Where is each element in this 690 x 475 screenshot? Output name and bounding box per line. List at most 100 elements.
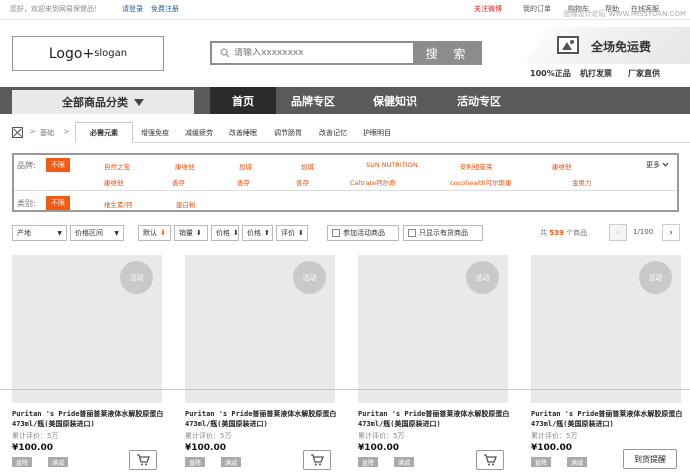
promo-tag: 满减 xyxy=(394,457,415,467)
activity-badge: 活动 xyxy=(120,261,153,294)
sort-price-asc[interactable]: 价格 ⬆ xyxy=(242,225,273,241)
brand-option[interactable]: 善存 xyxy=(296,177,309,187)
region-select[interactable]: 产地 ▼ xyxy=(12,225,67,241)
brand-label: 品牌: xyxy=(17,161,36,170)
tab-memory[interactable]: 改善记忆 xyxy=(319,128,347,138)
brand-option[interactable]: 善存 xyxy=(172,177,185,187)
brand-option[interactable]: cocohealth可尔斯康 xyxy=(450,177,512,187)
search-input[interactable] xyxy=(234,48,394,58)
nav-health-knowledge[interactable]: 保健知识 xyxy=(362,87,428,114)
arrow-down-icon: ⬇ xyxy=(298,229,304,237)
sort-price-desc[interactable]: 价格 ⬇ xyxy=(211,225,239,241)
welcome-text: 您好，欢迎来到网易保健品！ xyxy=(10,5,101,13)
brand-option[interactable]: Caltrate钙尔奇 xyxy=(350,177,396,187)
brand-option[interactable]: 康维他 xyxy=(175,161,195,171)
subtabs-divider xyxy=(75,142,690,143)
cart-icon xyxy=(484,454,497,466)
brand-option[interactable]: 自然之宝 xyxy=(104,161,130,171)
review-count: 累计评价：5万 xyxy=(358,432,405,440)
promo-tag: 满减 xyxy=(567,457,588,467)
search-box[interactable] xyxy=(210,41,415,65)
brand-option[interactable]: 加城 xyxy=(239,161,252,171)
brand-option[interactable]: 康维他 xyxy=(104,177,124,187)
nav-home[interactable]: 首页 xyxy=(210,87,276,114)
activity-badge: 活动 xyxy=(466,261,499,294)
price-range-select[interactable]: 价格区间 ▼ xyxy=(70,225,124,241)
add-to-cart-button[interactable] xyxy=(129,450,157,470)
sort-rating[interactable]: 评价 ⬇ xyxy=(276,225,308,241)
tab-digestion[interactable]: 调节肠胃 xyxy=(274,128,302,138)
product-title[interactable]: Puritan 's Pride普丽普莱液体水解胶原蛋白473ml/瓶(美国原装… xyxy=(358,409,510,429)
arrow-down-icon: ⬇ xyxy=(196,229,202,237)
category-option[interactable]: 维生素/钙 xyxy=(104,199,132,209)
free-shipping-banner[interactable]: 全场免运费 xyxy=(525,27,690,64)
guide-line xyxy=(0,389,690,390)
cart-icon xyxy=(311,454,324,466)
product-title[interactable]: Puritan 's Pride普丽普莱液体水解胶原蛋白473ml/瓶(美国原装… xyxy=(12,409,164,429)
brand-option[interactable]: SUN NUTRITION xyxy=(366,161,418,169)
brand-option[interactable]: 善存 xyxy=(237,177,250,187)
tab-eyes[interactable]: 护眼明目 xyxy=(363,128,391,138)
arrow-down-icon: ⬇ xyxy=(160,229,166,237)
search-button[interactable]: 搜 索 xyxy=(415,41,482,65)
brand-option[interactable]: 康维他 xyxy=(552,161,572,171)
tab-essential[interactable]: 必需元素 xyxy=(75,122,133,143)
discount-tag: 直降 xyxy=(185,457,206,467)
all-categories-button[interactable]: 全部商品分类 xyxy=(12,90,194,114)
close-icon[interactable] xyxy=(12,127,23,138)
tab-fatigue[interactable]: 减缓疲劳 xyxy=(185,128,213,138)
brand-option[interactable]: 加城 xyxy=(301,161,314,171)
next-page-button[interactable]: › xyxy=(662,224,680,241)
more-brands-button[interactable]: 更多 xyxy=(646,160,669,170)
product-title[interactable]: Puritan 's Pride普丽普莱液体水解胶原蛋白473ml/瓶(美国原装… xyxy=(531,409,683,429)
review-count: 累计评价：5万 xyxy=(12,432,59,440)
login-link[interactable]: 请登录 xyxy=(122,4,143,14)
breadcrumb-base[interactable]: 基础 xyxy=(40,128,54,138)
tab-sleep[interactable]: 改善睡眠 xyxy=(229,128,257,138)
my-orders-link[interactable]: 我的订单 xyxy=(523,4,551,14)
search-icon xyxy=(220,48,230,58)
arrow-up-icon: ⬆ xyxy=(264,229,270,237)
product-price: ¥100.00 xyxy=(185,443,226,453)
product-title[interactable]: Puritan 's Pride普丽普莱液体水解胶原蛋白473ml/瓶(美国原装… xyxy=(185,409,337,429)
result-count: 共 539 个商品 xyxy=(540,229,588,237)
arrow-down-icon: ⬇ xyxy=(233,229,239,237)
nav-activities[interactable]: 活动专区 xyxy=(446,87,512,114)
review-count: 累计评价：5万 xyxy=(185,432,232,440)
in-stock-only-filter[interactable]: 只显示有货商品 xyxy=(403,225,483,241)
site-logo[interactable]: Logo+ slogan xyxy=(12,36,164,71)
sort-default[interactable]: 默认 ⬇ xyxy=(138,225,171,241)
category-label: 类别: xyxy=(17,199,36,208)
checkbox[interactable] xyxy=(408,229,416,237)
breadcrumb-separator: > xyxy=(63,127,70,136)
prev-page-button[interactable]: ‹ xyxy=(609,224,627,241)
tab-immunity[interactable]: 增强免疫 xyxy=(141,128,169,138)
category-option[interactable]: 蛋白粉 xyxy=(176,199,196,209)
category-no-limit-button[interactable]: 不限 xyxy=(46,196,70,210)
nav-brands[interactable]: 品牌专区 xyxy=(280,87,346,114)
activity-only-filter[interactable]: 参加活动商品 xyxy=(327,225,399,241)
promo-tag: 满减 xyxy=(221,457,242,467)
add-to-cart-button[interactable] xyxy=(303,450,331,470)
cart-icon xyxy=(137,454,150,466)
discount-tag: 直降 xyxy=(12,457,33,467)
brand-option[interactable]: 安利纽崔莱 xyxy=(460,161,493,171)
checkbox[interactable] xyxy=(332,229,340,237)
add-to-cart-button[interactable] xyxy=(476,450,504,470)
watermark: 思缘设计论坛 WWW.MISSYUAN.COM xyxy=(563,10,686,18)
sort-sales[interactable]: 销量 ⬇ xyxy=(174,225,208,241)
chevron-down-icon xyxy=(134,98,144,106)
follow-weibo-link[interactable]: 关注微博 xyxy=(474,4,502,14)
guarantee-invoice: 机打发票 xyxy=(580,69,612,78)
breadcrumb-separator: > xyxy=(29,127,36,136)
product-price: ¥100.00 xyxy=(531,443,572,453)
arrival-notify-button[interactable]: 到货提醒 xyxy=(623,449,677,469)
activity-badge: 活动 xyxy=(293,261,326,294)
product-price: ¥100.00 xyxy=(12,443,53,453)
guarantee-direct: 厂家直供 xyxy=(628,69,660,78)
brand-option[interactable]: 金奥力 xyxy=(572,177,592,187)
register-link[interactable]: 免费注册 xyxy=(151,4,179,14)
promo-tag: 满减 xyxy=(48,457,69,467)
chevron-down-icon xyxy=(662,162,669,167)
brand-no-limit-button[interactable]: 不限 xyxy=(46,158,70,172)
